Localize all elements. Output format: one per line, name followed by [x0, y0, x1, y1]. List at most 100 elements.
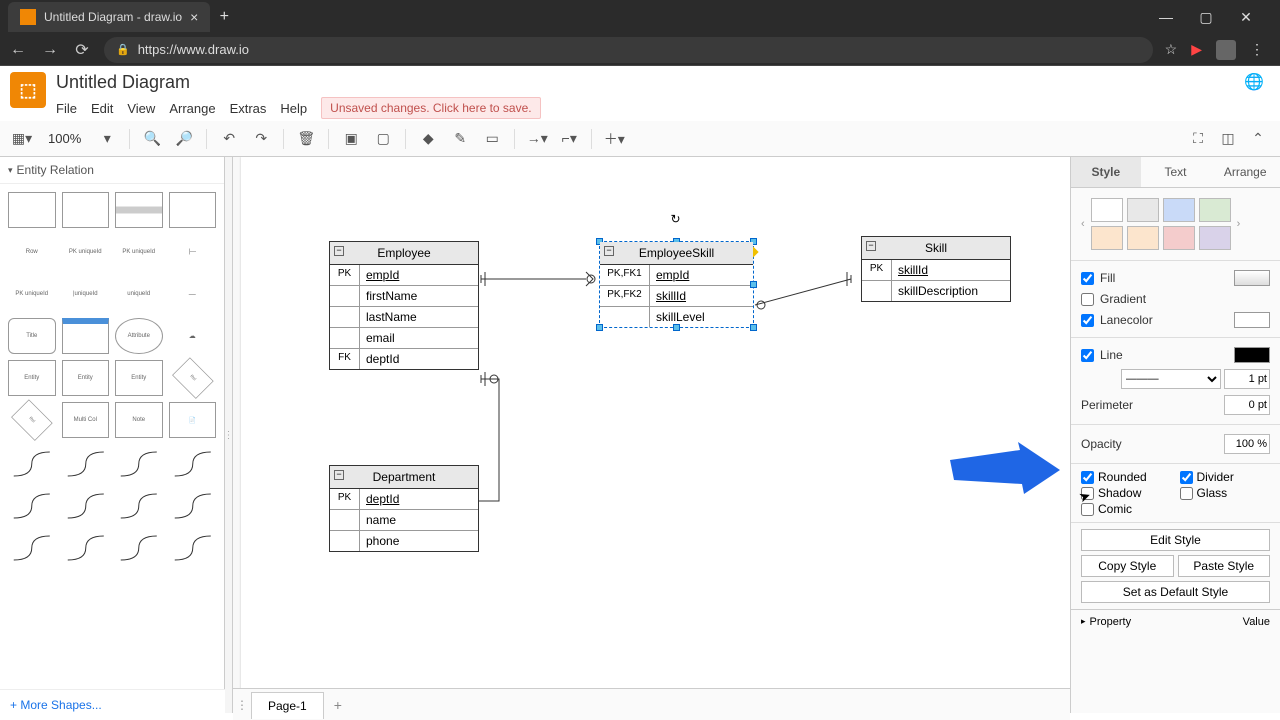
entity-skill[interactable]: Skill PKskillId skillDescription: [861, 236, 1011, 302]
color-swatch[interactable]: [1127, 226, 1159, 250]
copy-style-button[interactable]: Copy Style: [1081, 555, 1174, 577]
line-style-select[interactable]: ———: [1121, 369, 1221, 389]
shape-circle[interactable]: Attribute: [115, 318, 163, 354]
profile-avatar[interactable]: [1216, 40, 1236, 60]
browser-tab[interactable]: Untitled Diagram - draw.io ×: [8, 2, 210, 32]
glass-checkbox[interactable]: [1180, 487, 1193, 500]
shape-note[interactable]: Note: [115, 402, 163, 438]
resize-handle[interactable]: [673, 324, 680, 331]
fill-color-button[interactable]: [1234, 270, 1270, 286]
divider-checkbox[interactable]: [1180, 471, 1193, 484]
shape-page-icon[interactable]: 📄: [169, 402, 217, 438]
new-tab-button[interactable]: +: [210, 3, 238, 31]
youtube-icon[interactable]: ▶: [1191, 41, 1202, 58]
tab-text[interactable]: Text: [1141, 157, 1211, 187]
shape-curve9[interactable]: [8, 530, 56, 566]
shape-attr1[interactable]: PK uniqueId: [8, 276, 56, 312]
shape-row-fk[interactable]: PK uniqueId: [115, 234, 163, 270]
reload-icon[interactable]: ⟳: [72, 40, 92, 60]
shape-attr2[interactable]: |uniqueId: [62, 276, 110, 312]
waypoints-icon[interactable]: ⌐▾: [555, 125, 583, 153]
format-panel-icon[interactable]: ◫: [1214, 125, 1242, 153]
fullscreen-icon[interactable]: ⛶: [1184, 125, 1212, 153]
tab-style[interactable]: Style: [1071, 157, 1141, 187]
color-swatch[interactable]: [1199, 226, 1231, 250]
maximize-icon[interactable]: ▢: [1192, 9, 1220, 26]
menu-edit[interactable]: Edit: [91, 101, 113, 116]
line-width-input[interactable]: [1224, 369, 1270, 389]
insert-icon[interactable]: ＋▾: [600, 125, 628, 153]
lanecolor-button[interactable]: [1234, 312, 1270, 328]
shape-diamond2-wrap[interactable]: Rel: [8, 402, 56, 438]
line-checkbox[interactable]: [1081, 349, 1094, 362]
browser-menu-icon[interactable]: ⋮: [1250, 41, 1264, 58]
to-front-icon[interactable]: ▣: [337, 125, 365, 153]
star-icon[interactable]: ☆: [1165, 41, 1178, 58]
gradient-checkbox[interactable]: [1081, 293, 1094, 306]
shape-table-2[interactable]: [62, 192, 110, 228]
lanecolor-checkbox[interactable]: [1081, 314, 1094, 327]
shape-curve3[interactable]: [115, 446, 163, 482]
document-title[interactable]: Untitled Diagram: [56, 72, 1234, 93]
menu-file[interactable]: File: [56, 101, 77, 116]
entity-department[interactable]: Department PKdeptId name phone: [329, 465, 479, 552]
shape-title-box[interactable]: Title: [8, 318, 56, 354]
shape-curve5[interactable]: [8, 488, 56, 524]
shape-diamond-wrap[interactable]: Rel: [169, 360, 217, 396]
menu-view[interactable]: View: [127, 101, 155, 116]
fill-color-icon[interactable]: ◆: [414, 125, 442, 153]
shape-entity1[interactable]: Entity: [8, 360, 56, 396]
close-tab-icon[interactable]: ×: [190, 9, 198, 25]
connection-icon[interactable]: →▾: [523, 125, 551, 153]
color-swatch[interactable]: [1163, 226, 1195, 250]
shape-entity2[interactable]: Entity: [62, 360, 110, 396]
canvas[interactable]: Employee PKempId firstName lastName emai…: [233, 157, 1070, 713]
color-swatch[interactable]: [1163, 198, 1195, 222]
paste-style-button[interactable]: Paste Style: [1178, 555, 1271, 577]
minimize-icon[interactable]: —: [1152, 9, 1180, 26]
shape-window[interactable]: [62, 318, 110, 354]
shape-entity3[interactable]: Entity: [115, 360, 163, 396]
shape-curve11[interactable]: [115, 530, 163, 566]
palette-next-icon[interactable]: ›: [1235, 218, 1243, 230]
shape-curve8[interactable]: [169, 488, 217, 524]
opacity-input[interactable]: [1224, 434, 1270, 454]
entity-employee-skill[interactable]: ↻ EmployeeSkill PK,FK1empId PK,FK2skillI…: [599, 241, 754, 328]
perimeter-input[interactable]: [1224, 395, 1270, 415]
color-swatch[interactable]: [1199, 198, 1231, 222]
line-color-button[interactable]: [1234, 347, 1270, 363]
shape-curve10[interactable]: [62, 530, 110, 566]
view-mode-icon[interactable]: ▦▾: [8, 125, 36, 153]
back-icon[interactable]: ←: [8, 41, 28, 59]
set-default-style-button[interactable]: Set as Default Style: [1081, 581, 1270, 603]
menu-arrange[interactable]: Arrange: [169, 101, 215, 116]
language-icon[interactable]: 🌐: [1244, 72, 1264, 92]
zoom-level[interactable]: 100%: [40, 131, 89, 146]
shape-table[interactable]: [8, 192, 56, 228]
shape-curve4[interactable]: [169, 446, 217, 482]
more-shapes-button[interactable]: More Shapes...: [0, 689, 225, 720]
tab-arrange[interactable]: Arrange: [1210, 157, 1280, 187]
page-tab-1[interactable]: Page-1: [251, 692, 324, 719]
shape-multi[interactable]: Multi Col: [62, 402, 110, 438]
line-color-icon[interactable]: ✎: [446, 125, 474, 153]
zoom-out-icon[interactable]: 🔎: [170, 125, 198, 153]
shape-curve6[interactable]: [62, 488, 110, 524]
shape-curve12[interactable]: [169, 530, 217, 566]
address-bar[interactable]: 🔒 https://www.draw.io: [104, 37, 1153, 63]
shape-curve2[interactable]: [62, 446, 110, 482]
entity-employee[interactable]: Employee PKempId firstName lastName emai…: [329, 241, 479, 370]
delete-icon[interactable]: 🗑: [292, 125, 320, 153]
shape-cloud[interactable]: ☁: [169, 318, 217, 354]
palette-prev-icon[interactable]: ‹: [1079, 218, 1087, 230]
forward-icon[interactable]: →: [40, 41, 60, 59]
page-menu-icon[interactable]: ⋮: [233, 698, 251, 712]
collapse-icon[interactable]: ⌃: [1244, 125, 1272, 153]
shape-row[interactable]: Row: [8, 234, 56, 270]
close-window-icon[interactable]: ✕: [1232, 9, 1260, 26]
add-page-button[interactable]: +: [324, 691, 352, 719]
left-splitter[interactable]: [225, 157, 233, 713]
rounded-checkbox[interactable]: [1081, 471, 1094, 484]
to-back-icon[interactable]: ▢: [369, 125, 397, 153]
shadow-icon[interactable]: ▭: [478, 125, 506, 153]
